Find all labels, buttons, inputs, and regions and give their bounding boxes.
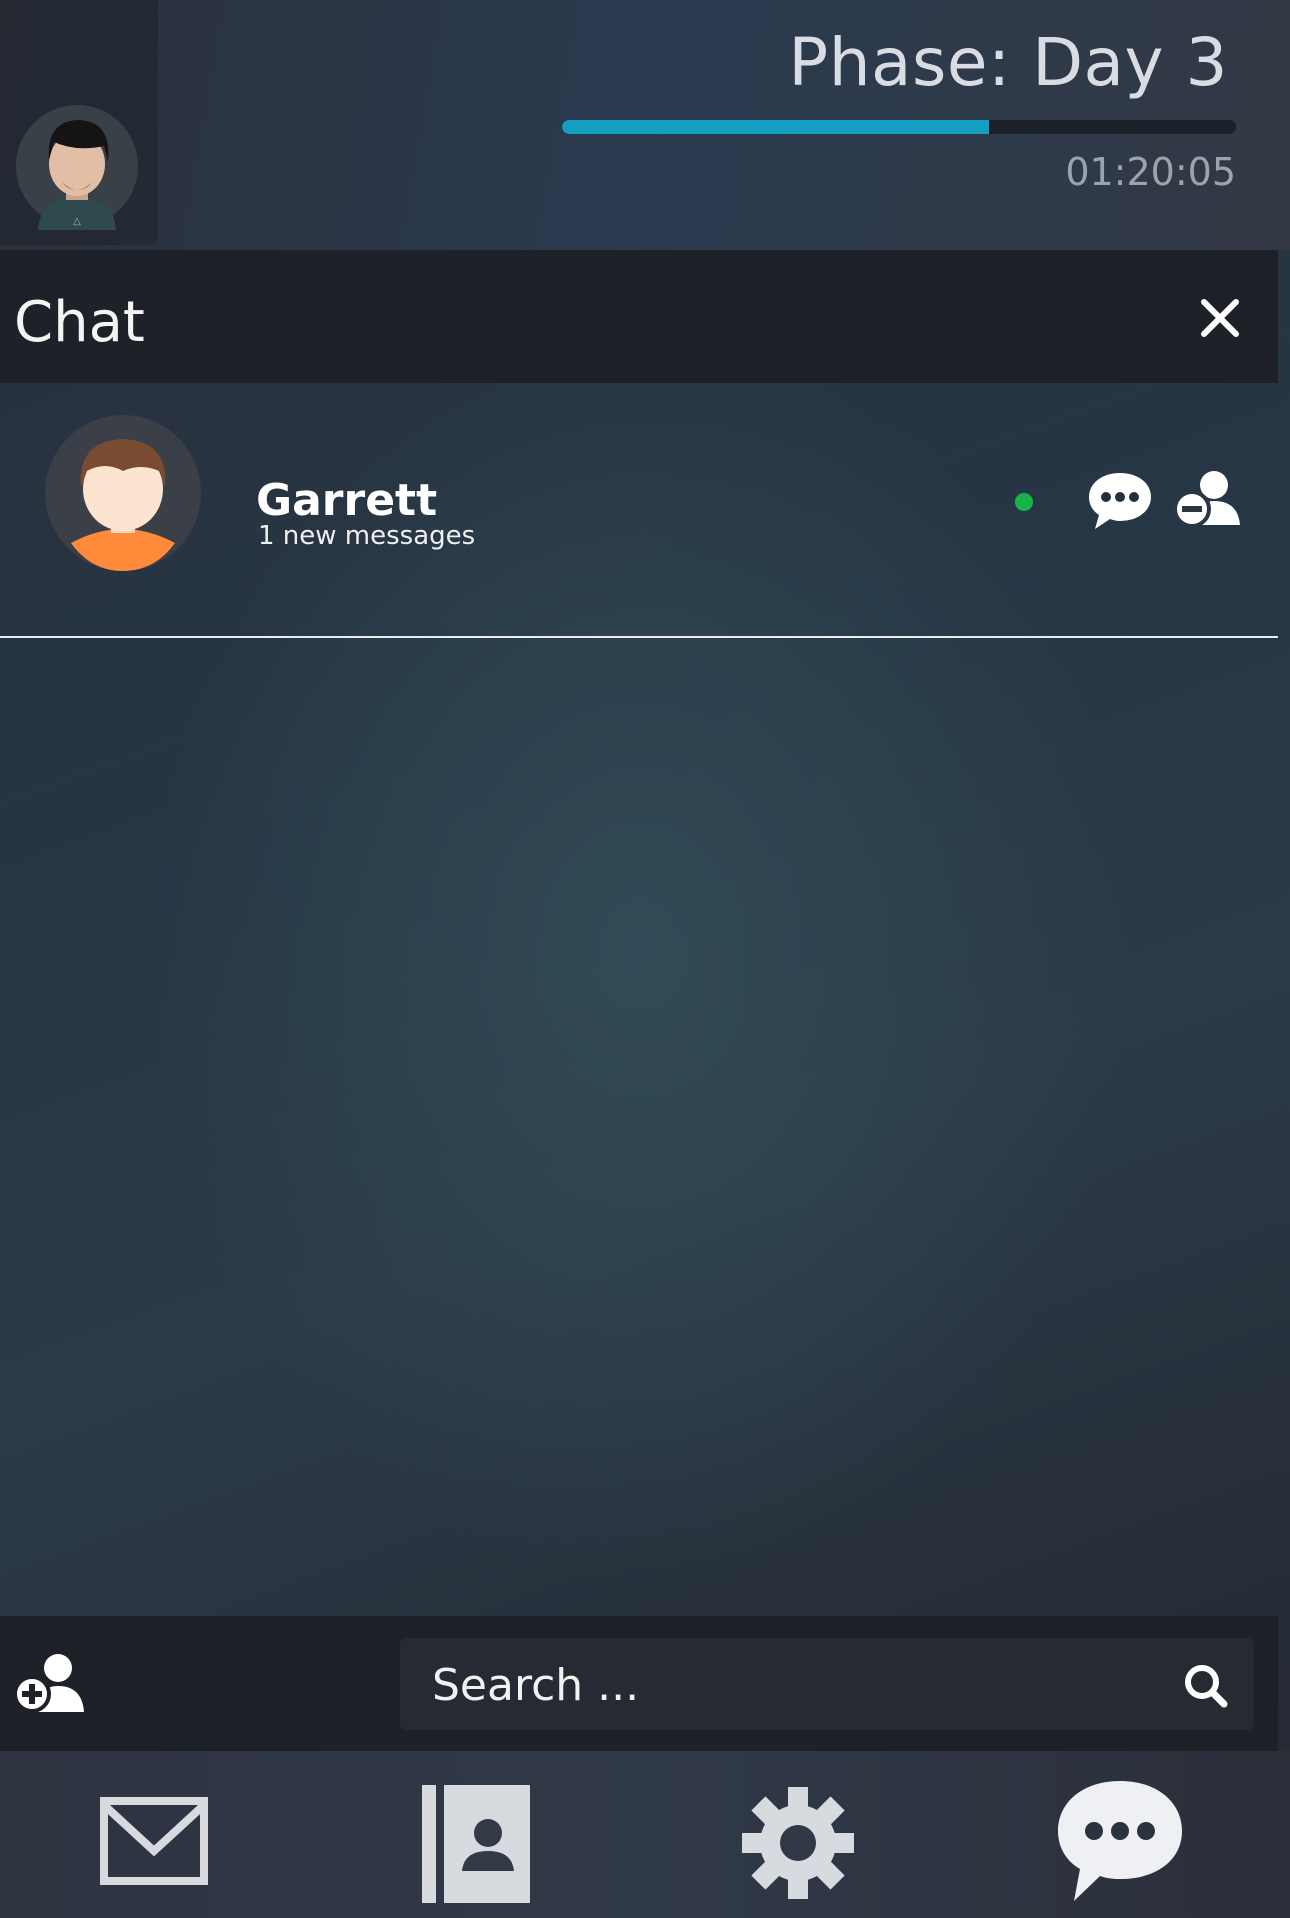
player-avatar-panel[interactable]: △ [0, 0, 158, 245]
chat-title: Chat [14, 290, 145, 355]
chat-bubble-icon[interactable] [1085, 465, 1155, 535]
settings-gear-icon [742, 1787, 854, 1899]
search-box [400, 1638, 1254, 1730]
bottom-navigation [0, 1751, 1290, 1918]
close-button[interactable] [1192, 290, 1248, 346]
online-status-dot [1015, 493, 1033, 511]
contact-avatar [45, 415, 201, 571]
search-icon[interactable] [1182, 1662, 1228, 1708]
top-header: △ Phase: Day 3 01:20:05 [0, 0, 1290, 250]
nav-settings-button[interactable] [698, 1751, 898, 1918]
nav-contacts-button[interactable] [376, 1751, 576, 1918]
phase-title: Phase: Day 3 [788, 24, 1228, 101]
add-contact-icon[interactable] [14, 1650, 86, 1716]
player-avatar[interactable]: △ [16, 102, 138, 230]
contact-new-messages: 1 new messages [258, 521, 476, 551]
chat-panel-header: Chat [0, 250, 1278, 383]
chat-bottom-bar [0, 1616, 1278, 1751]
contacts-book-icon [422, 1785, 530, 1903]
mail-icon [100, 1797, 208, 1885]
phase-timer: 01:20:05 [1065, 150, 1236, 194]
phase-progress-bar [562, 120, 1236, 134]
close-icon[interactable] [1198, 296, 1242, 340]
phase-progress-fill [562, 120, 990, 134]
nav-mail-button[interactable] [54, 1751, 254, 1918]
contact-row[interactable]: Garrett 1 new messages [0, 383, 1278, 638]
chat-icon [1058, 1781, 1182, 1901]
search-input[interactable] [430, 1652, 1154, 1718]
nav-chat-button[interactable] [1020, 1751, 1220, 1918]
svg-text:△: △ [73, 216, 81, 227]
remove-contact-icon[interactable] [1172, 465, 1242, 535]
contact-name: Garrett [256, 475, 438, 526]
